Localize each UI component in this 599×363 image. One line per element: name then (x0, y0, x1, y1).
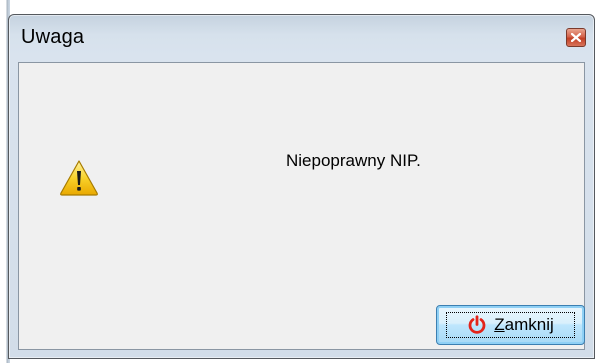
close-dialog-button-label: Zamknij (494, 315, 554, 335)
dialog-body: Niepoprawny NIP. Zamknij (18, 62, 585, 350)
close-dialog-button[interactable]: Zamknij (436, 305, 585, 345)
title-close-button[interactable] (566, 28, 586, 47)
button-focus-rect: Zamknij (446, 312, 575, 338)
warning-icon (60, 160, 98, 196)
error-message: Niepoprawny NIP. (286, 151, 421, 170)
accelerator-key: Z (494, 315, 505, 334)
dialog-window: Uwaga Niepoprawny NIP. Zamknij (8, 14, 595, 359)
power-icon (468, 315, 486, 334)
label-rest: amknij (504, 315, 554, 334)
title-bar[interactable]: Uwaga (9, 15, 594, 61)
close-icon (571, 33, 581, 42)
dialog-title: Uwaga (21, 26, 85, 48)
